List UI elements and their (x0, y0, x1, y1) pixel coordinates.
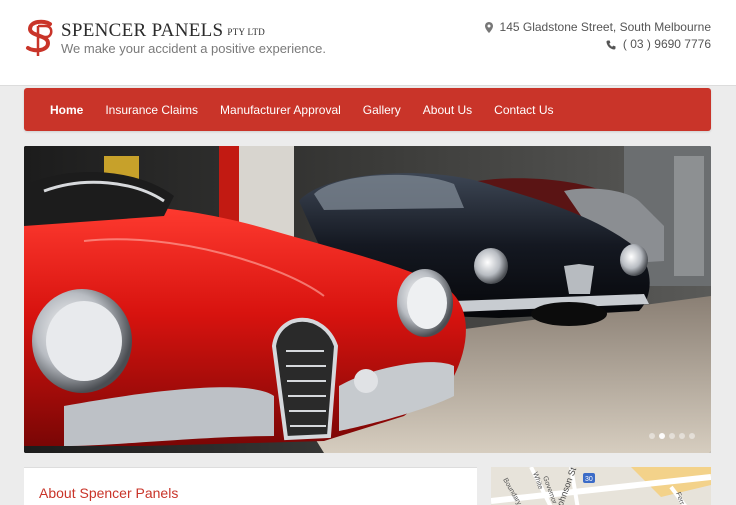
nav-item-gallery[interactable]: Gallery (363, 103, 401, 117)
about-section: About Spencer Panels (24, 467, 477, 505)
site-header: SPENCER PANELS PTY LTD We make your accid… (0, 0, 736, 86)
contact-info: 145 Gladstone Street, South Melbourne ( … (484, 20, 711, 52)
logo-icon[interactable] (24, 18, 56, 58)
slider-dot-3[interactable] (669, 433, 675, 439)
map-pin-icon (484, 22, 493, 33)
slider-dot-2[interactable] (659, 433, 665, 439)
about-title: About Spencer Panels (39, 485, 179, 501)
phone-line[interactable]: ( 03 ) 9690 7776 (485, 37, 711, 52)
nav-item-about-us[interactable]: About Us (423, 103, 472, 117)
brand-name[interactable]: SPENCER PANELS PTY LTD (61, 20, 265, 42)
hero-image (24, 146, 711, 453)
map-route-badge: 30 (585, 476, 593, 483)
tagline: We make your accident a positive experie… (61, 41, 326, 56)
slider-dot-4[interactable] (679, 433, 685, 439)
nav-item-contact-us[interactable]: Contact Us (494, 103, 553, 117)
address-line: 145 Gladstone Street, South Melbourne (484, 20, 711, 35)
address-text: 145 Gladstone Street, South Melbourne (499, 20, 711, 34)
slider-dots (649, 433, 695, 439)
brand-suffix: PTY LTD (227, 27, 266, 37)
hero-slider[interactable] (24, 146, 711, 453)
phone-icon (606, 40, 616, 50)
map-image: Boundary St White Governor I Johnson St … (491, 467, 711, 505)
nav-item-insurance-claims[interactable]: Insurance Claims (105, 103, 198, 117)
nav-item-home[interactable]: Home (50, 103, 83, 117)
phone-text: ( 03 ) 9690 7776 (622, 37, 711, 51)
location-map[interactable]: Boundary St White Governor I Johnson St … (491, 467, 711, 505)
main-nav: Home Insurance Claims Manufacturer Appro… (24, 88, 711, 131)
nav-item-manufacturer-approval[interactable]: Manufacturer Approval (220, 103, 341, 117)
slider-dot-5[interactable] (689, 433, 695, 439)
slider-dot-1[interactable] (649, 433, 655, 439)
